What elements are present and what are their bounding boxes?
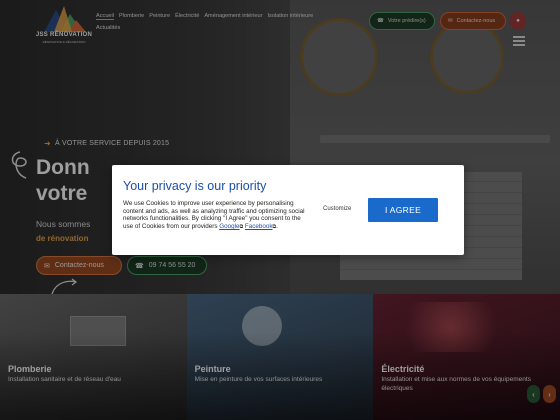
privacy-dialog: Your privacy is our priority We use Cook… [112, 165, 464, 255]
privacy-title: Your privacy is our priority [123, 179, 267, 193]
privacy-body: We use Cookies to improve user experienc… [123, 200, 305, 231]
external-link-icon: ⧉ [272, 224, 277, 231]
agree-button[interactable]: I AGREE [368, 198, 438, 222]
facebook-link[interactable]: Facebook [245, 223, 273, 230]
customize-button[interactable]: Customize [323, 206, 351, 212]
privacy-text: We use Cookies to improve user experienc… [123, 200, 305, 231]
external-link-icon: ⧉ [239, 224, 244, 231]
google-link[interactable]: Google [219, 223, 239, 230]
